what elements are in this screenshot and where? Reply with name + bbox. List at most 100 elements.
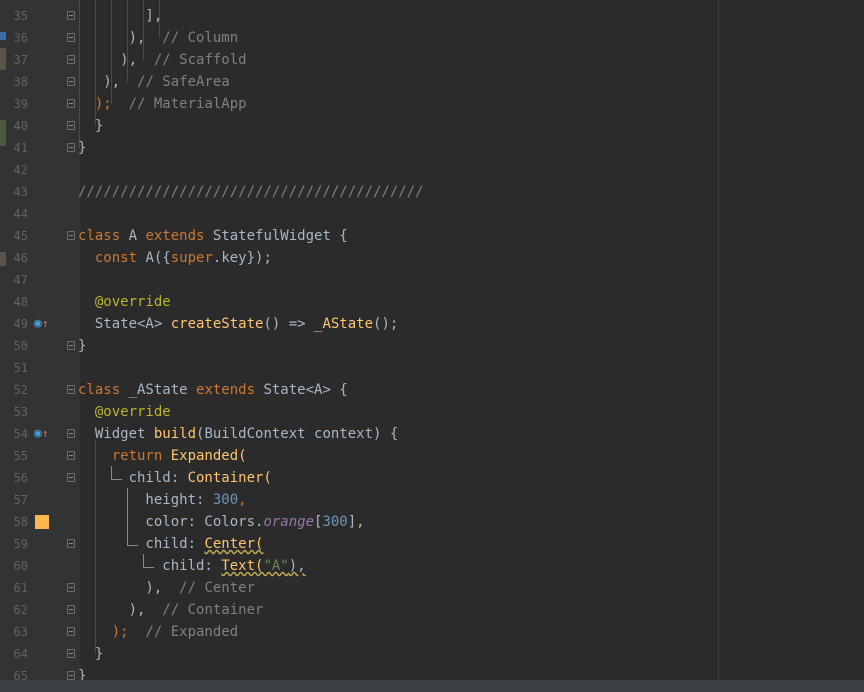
line-number: 53 (13, 405, 28, 419)
code-token: (); (373, 316, 399, 332)
fold-marker-icon[interactable] (67, 231, 75, 240)
code-text[interactable]: ////////////////////////////////////////… (78, 181, 424, 203)
code-text[interactable]: Widget build(BuildContext context) { (78, 423, 398, 445)
line-number: 50 (13, 339, 28, 353)
code-line[interactable]: 53 @override (0, 401, 864, 423)
fold-marker-icon[interactable] (67, 341, 75, 350)
fold-marker-icon[interactable] (67, 33, 75, 42)
code-line[interactable]: 35 ], (0, 5, 864, 27)
code-text[interactable]: const A({super.key}); (78, 247, 272, 269)
code-line[interactable]: 63 ); // Expanded (0, 621, 864, 643)
line-number: 36 (13, 31, 28, 45)
code-text[interactable]: } (78, 643, 103, 665)
code-token: 300 (212, 492, 239, 508)
code-line[interactable]: 44 (0, 203, 864, 225)
code-text[interactable]: ), // Scaffold (78, 49, 246, 71)
code-line[interactable]: 52 class _AState extends State<A> { (0, 379, 864, 401)
fold-marker-icon[interactable] (67, 473, 75, 482)
line-number: 41 (13, 141, 28, 155)
color-swatch-icon[interactable] (35, 515, 49, 529)
fold-marker-icon[interactable] (67, 671, 75, 680)
code-text[interactable]: ); // Expanded (78, 621, 238, 643)
horizontal-scrollbar[interactable] (0, 680, 864, 692)
override-icon[interactable]: ◉↑ (34, 426, 48, 442)
code-text[interactable]: ); // MaterialApp (78, 93, 247, 115)
code-editor[interactable]: 35 ], 36 ), // Column 37 ), // Scaffold 38 … (0, 0, 864, 692)
code-text[interactable]: @override (78, 401, 171, 423)
code-line[interactable]: 64 } (0, 643, 864, 665)
fold-marker-icon[interactable] (67, 77, 75, 86)
code-line[interactable]: 39 ); // MaterialApp (0, 93, 864, 115)
code-text[interactable]: color: Colors.orange[300], (78, 511, 364, 533)
code-line[interactable]: 58 color: Colors.orange[300], (0, 511, 864, 533)
code-line[interactable]: 46 const A({super.key}); (0, 247, 864, 269)
code-text[interactable]: height: 300, (78, 489, 247, 511)
code-text[interactable]: ), // Container (78, 599, 264, 621)
code-text[interactable]: ), // Column (78, 27, 239, 49)
code-token: } (78, 338, 87, 354)
code-line[interactable]: 38 ), // SafeArea (0, 71, 864, 93)
fold-marker-icon[interactable] (67, 451, 75, 460)
code-line[interactable]: 61 ), // Center (0, 577, 864, 599)
line-number: 51 (13, 361, 28, 375)
code-line[interactable]: 45 class A extends StatefulWidget { (0, 225, 864, 247)
code-text[interactable]: @override (78, 291, 171, 313)
code-text[interactable]: child: Container( (78, 467, 272, 489)
code-text[interactable]: child: Text("A"), (78, 555, 305, 577)
code-text[interactable]: class A extends StatefulWidget { (78, 225, 348, 247)
fold-marker-icon[interactable] (67, 11, 75, 20)
fold-marker-icon[interactable] (67, 99, 75, 108)
code-token: ), (78, 52, 138, 68)
fold-marker-icon[interactable] (67, 429, 75, 438)
code-text[interactable]: } (78, 137, 86, 159)
code-area[interactable]: 35 ], 36 ), // Column 37 ), // Scaffold 38 … (0, 0, 864, 692)
code-line[interactable]: 37 ), // Scaffold (0, 49, 864, 71)
code-line[interactable]: 54 ◉↑ Widget build(BuildContext context) … (0, 423, 864, 445)
code-line[interactable]: 36 ), // Column (0, 27, 864, 49)
code-token: A (128, 228, 146, 244)
code-text[interactable]: State<A> createState() => _AState(); (78, 313, 398, 335)
line-number: 54 (13, 427, 28, 441)
code-line[interactable]: 49 ◉↑ State<A> createState() => _AState()… (0, 313, 864, 335)
line-number: 43 (13, 185, 28, 199)
code-token: State<A> (78, 316, 171, 332)
code-line[interactable]: 57 height: 300, (0, 489, 864, 511)
fold-marker-icon[interactable] (67, 143, 75, 152)
fold-marker-icon[interactable] (67, 649, 75, 658)
code-text[interactable]: ], (78, 5, 162, 27)
code-token: , (238, 492, 247, 508)
code-line[interactable]: 40 } (0, 115, 864, 137)
fold-marker-icon[interactable] (67, 539, 75, 548)
code-text[interactable]: ), // Center (78, 577, 255, 599)
code-line[interactable]: 47 (0, 269, 864, 291)
code-line[interactable]: 62 ), // Container (0, 599, 864, 621)
fold-marker-icon[interactable] (67, 605, 75, 614)
code-text[interactable]: } (78, 335, 86, 357)
code-token: .key}); (212, 250, 272, 266)
fold-marker-icon[interactable] (67, 121, 75, 130)
override-icon[interactable]: ◉↑ (34, 316, 48, 332)
fold-marker-icon[interactable] (67, 385, 75, 394)
code-line[interactable]: 51 (0, 357, 864, 379)
code-text[interactable]: } (78, 115, 103, 137)
code-line[interactable]: 42 (0, 159, 864, 181)
code-token: A({ (145, 250, 171, 266)
code-line[interactable]: 50} (0, 335, 864, 357)
code-line[interactable]: 41} (0, 137, 864, 159)
code-line[interactable]: 43 //////////////////////////////////////… (0, 181, 864, 203)
code-line[interactable]: 60 child: Text("A"), (0, 555, 864, 577)
line-number: 57 (13, 493, 28, 507)
code-text[interactable]: ), // SafeArea (78, 71, 229, 93)
code-line[interactable]: 48 @override (0, 291, 864, 313)
code-text[interactable]: return Expanded( (78, 445, 247, 467)
code-text[interactable]: child: Center( (78, 533, 263, 555)
code-line[interactable]: 59 child: Center( (0, 533, 864, 555)
code-text[interactable]: class _AState extends State<A> { (78, 379, 348, 401)
fold-marker-icon[interactable] (67, 583, 75, 592)
line-number: 42 (13, 163, 28, 177)
code-line[interactable]: 55 return Expanded( (0, 445, 864, 467)
code-line[interactable]: 56 child: Container( (0, 467, 864, 489)
fold-marker-icon[interactable] (67, 55, 75, 64)
line-number: 58 (13, 515, 28, 529)
fold-marker-icon[interactable] (67, 627, 75, 636)
